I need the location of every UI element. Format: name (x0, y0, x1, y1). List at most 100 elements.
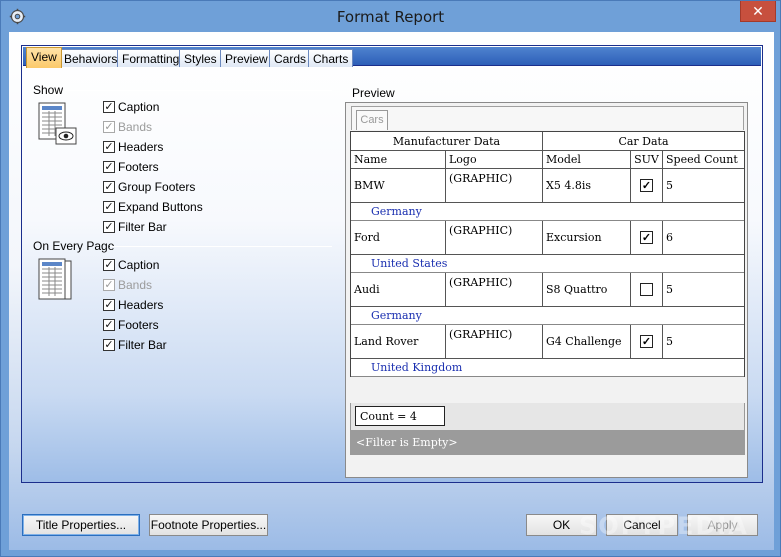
cell-text: Excursion (546, 231, 602, 244)
cell-text: Ford (354, 231, 380, 244)
cell-text: (GRAPHIC) (449, 224, 513, 237)
cell-text: Audi (354, 283, 380, 296)
title-bar: Format Report ✕ (1, 1, 780, 33)
grid-cell-logo: (GRAPHIC) (446, 273, 543, 307)
checkbox-label: Group Footers (118, 180, 196, 194)
checkbox-label: Footers (118, 160, 159, 174)
grid-cell-speed: 5 (663, 273, 744, 307)
checkbox[interactable]: ✓ (103, 101, 115, 113)
column-header: SUV (631, 151, 663, 169)
tab-charts[interactable]: Charts (308, 49, 354, 67)
cell-text: G4 Challenge (546, 335, 622, 348)
title-properties-label: Title Properties... (35, 518, 127, 532)
tab-view[interactable]: View (26, 47, 62, 68)
checkbox[interactable]: ✓ (103, 221, 115, 233)
group-country: Germany (371, 309, 422, 322)
grid-cell-model: G4 Challenge (543, 325, 631, 359)
pages-icon (38, 258, 72, 300)
grid-cell-speed: 6 (663, 221, 744, 255)
grid-cell-suv: ✓ (631, 221, 663, 255)
grid-cell-name: Land Rover (351, 325, 446, 359)
grid-cell-model: Excursion (543, 221, 631, 255)
checkbox[interactable]: ✓ (103, 201, 115, 213)
tab-formatting[interactable]: Formatting (117, 49, 185, 67)
grid-cell-speed: 5 (663, 325, 744, 359)
checkbox-label: Bands (118, 278, 153, 292)
cell-text: X5 4.8is (546, 179, 591, 192)
checkbox[interactable]: ✓ (103, 141, 115, 153)
checkbox-label: Footers (118, 318, 159, 332)
preview-label: Preview (352, 86, 395, 100)
checkbox: ✓ (103, 121, 115, 133)
cell-text: (GRAPHIC) (449, 172, 513, 185)
cell-text: (GRAPHIC) (449, 328, 513, 341)
checkbox[interactable]: ✓ (103, 319, 115, 331)
dialog-body: View Behaviors Formatting Styles Preview… (9, 32, 774, 550)
checkbox-label: Filter Bar (118, 338, 167, 352)
checkbox: ✓ (103, 279, 115, 291)
suv-checkbox[interactable]: ✓ (640, 231, 653, 244)
tab-cards[interactable]: Cards (269, 49, 312, 67)
grid-cell-logo: (GRAPHIC) (446, 325, 543, 359)
footnote-properties-label: Footnote Properties... (150, 518, 267, 532)
cell-text: 5 (666, 179, 673, 192)
tab-strip: View Behaviors Formatting Styles Preview… (23, 47, 761, 68)
grid-cell-name: Ford (351, 221, 446, 255)
suv-checkbox[interactable] (640, 283, 653, 296)
footnote-properties-button[interactable]: Footnote Properties... (149, 514, 268, 536)
checkbox[interactable]: ✓ (103, 299, 115, 311)
grid-cell-suv: ✓ (631, 169, 663, 203)
group-footer-row: United States (351, 255, 744, 273)
format-report-window: Format Report ✕ View Behaviors Formattin… (0, 0, 781, 557)
grid-cell-logo: (GRAPHIC) (446, 169, 543, 203)
checkbox-label: Headers (118, 140, 164, 154)
column-header: Speed Count (663, 151, 744, 169)
checkbox-label: Caption (118, 100, 160, 114)
grid-cell-suv (631, 273, 663, 307)
close-button[interactable]: ✕ (740, 1, 776, 22)
checkbox[interactable]: ✓ (103, 161, 115, 173)
tab-styles[interactable]: Styles (179, 49, 222, 67)
show-divider (65, 90, 332, 91)
tab-frame: View Behaviors Formatting Styles Preview… (21, 45, 763, 483)
ok-label: OK (552, 518, 571, 532)
group-footer-row: Germany (351, 203, 744, 221)
cell-text: 5 (666, 335, 673, 348)
checkbox[interactable]: ✓ (103, 181, 115, 193)
checkbox-label: Caption (118, 258, 160, 272)
grid-cell-name: BMW (351, 169, 446, 203)
checkbox[interactable]: ✓ (103, 339, 115, 351)
group-country: Germany (371, 205, 422, 218)
filter-bar[interactable]: <Filter is Empty> (350, 430, 745, 455)
grid-cell-logo: (GRAPHIC) (446, 221, 543, 255)
cell-text: (GRAPHIC) (449, 276, 513, 289)
every-page-divider (110, 246, 332, 247)
checkbox-label: Expand Buttons (118, 200, 203, 214)
band-header-manufacturer: Manufacturer Data (351, 132, 543, 151)
title-properties-button[interactable]: Title Properties... (22, 514, 140, 536)
checkbox[interactable]: ✓ (103, 259, 115, 271)
group-country: United States (371, 257, 448, 270)
cell-text: Land Rover (354, 335, 419, 348)
checkbox-label: Filter Bar (118, 220, 167, 234)
show-section-label: Show (33, 83, 64, 97)
every-page-section-label: On Every Page (33, 239, 115, 253)
suv-checkbox[interactable]: ✓ (640, 179, 653, 192)
cell-text: 6 (666, 231, 673, 244)
report-view-icon (38, 102, 77, 145)
suv-checkbox[interactable]: ✓ (640, 335, 653, 348)
band-header-car: Car Data (543, 132, 744, 151)
tab-behaviors[interactable]: Behaviors (59, 49, 123, 67)
preview-tab-cars[interactable]: Cars (356, 110, 388, 130)
preview-tab-strip: Cars (351, 106, 744, 130)
group-footer-row: United Kingdom (351, 359, 744, 377)
grid-cell-model: S8 Quattro (543, 273, 631, 307)
group-country: United Kingdom (371, 361, 463, 374)
window-title: Format Report (336, 8, 445, 26)
cell-text: S8 Quattro (546, 283, 608, 296)
grid-cell-model: X5 4.8is (543, 169, 631, 203)
tab-preview[interactable]: Preview (220, 49, 273, 67)
grid-cell-name: Audi (351, 273, 446, 307)
checkbox-label: Headers (118, 298, 164, 312)
count-summary: Count = 4 (355, 406, 445, 426)
